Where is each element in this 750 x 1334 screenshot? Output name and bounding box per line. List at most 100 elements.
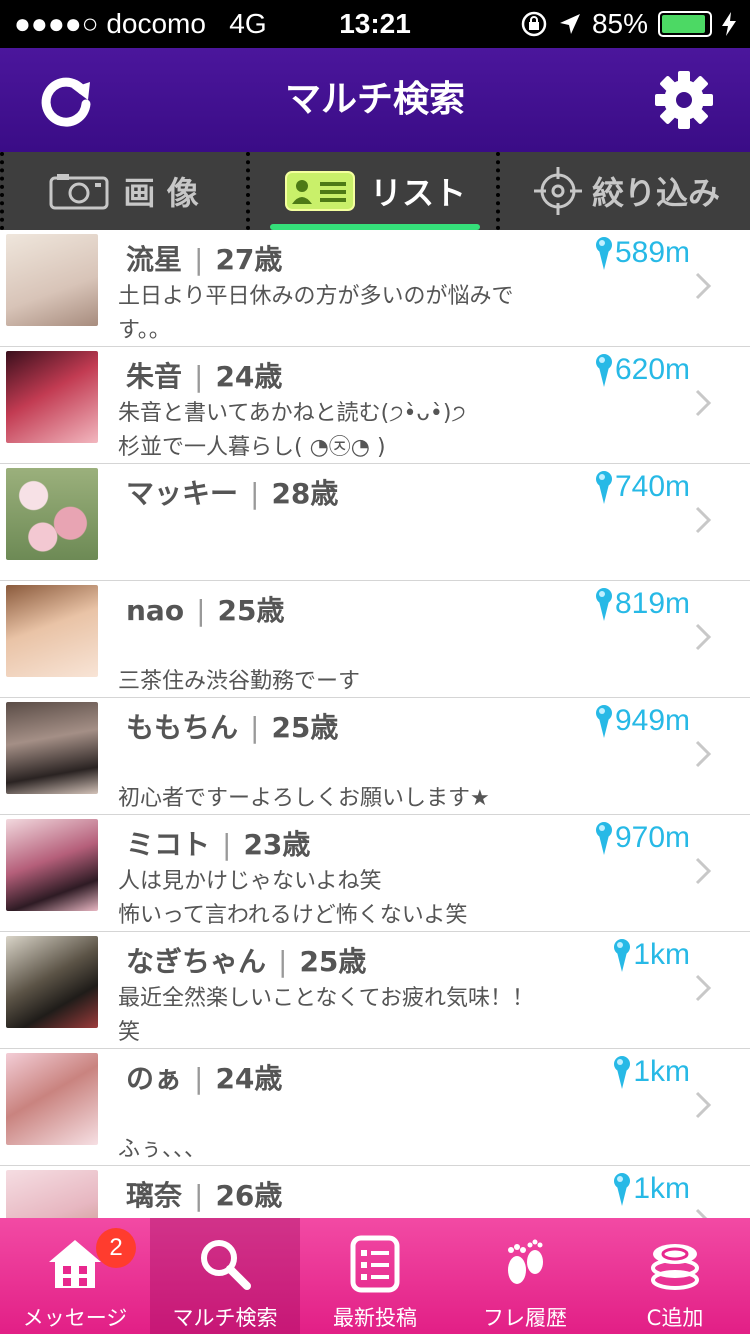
user-message: 人は見かけじゃないよね笑 怖いって言われるけど怖くないよ笑 — [118, 869, 468, 928]
location-pin-icon — [595, 705, 612, 738]
user-name-age: ミコト | 23歳 — [126, 828, 311, 861]
distance-text: 740m — [614, 470, 690, 503]
user-distance: 970m — [595, 821, 690, 855]
distance-text: 620m — [614, 353, 690, 386]
user-name-age: ももちん | 25歳 — [126, 711, 339, 744]
user-row[interactable]: マッキー | 28歳 740m — [0, 464, 750, 581]
chevron-right-icon — [695, 389, 712, 417]
status-bar: ●●●●○ docomo 4G 13:21 85% — [0, 0, 750, 48]
charging-bolt-icon — [722, 12, 736, 36]
location-pin-icon — [595, 822, 612, 855]
user-name: ももちん — [126, 711, 239, 744]
tab-multi-search-label: マルチ検索 — [172, 1306, 278, 1330]
tab-messages[interactable]: 2 メッセージ — [0, 1218, 150, 1334]
tab-friend-history[interactable]: フレ履歴 — [450, 1218, 600, 1334]
segment-image-label: 画 像 — [123, 174, 199, 212]
user-age: 28歳 — [271, 477, 339, 510]
search-icon — [201, 1240, 251, 1290]
bottom-tab-bar: 2 メッセージ マルチ検索 最新投稿 フレ履歴 C追加 — [0, 1218, 750, 1334]
user-message: 初心者ですーよろしくお願いします★ — [118, 786, 490, 811]
chevron-right-icon — [695, 1208, 708, 1218]
user-age: 24歳 — [215, 360, 283, 393]
user-name-age: 朱音 | 24歳 — [126, 360, 283, 393]
location-pin-icon — [595, 471, 612, 504]
user-age: 26歳 — [215, 1179, 283, 1212]
user-distance: 620m — [595, 353, 690, 387]
user-row[interactable]: のぁ | 24歳 1km ふぅ、、、 — [0, 1049, 750, 1166]
user-distance: 819m — [595, 587, 690, 621]
rotation-lock-icon — [521, 11, 547, 37]
user-message: ふぅ、、、 — [118, 1137, 207, 1162]
user-message: 朱音と書いてあかねと読む(੭•̀ᴗ•̀)੭ 杉並で一人暮らし( ◔㉨◔ ) — [118, 401, 466, 460]
user-photo — [6, 1053, 98, 1145]
location-pin-icon — [614, 1173, 631, 1206]
distance-text: 589m — [614, 236, 690, 269]
user-photo — [6, 468, 98, 560]
user-message: 三茶住み渋谷勤務でーす — [118, 669, 361, 694]
user-name: のぁ — [126, 1062, 183, 1095]
status-right: 85% — [520, 8, 736, 40]
nav-bar: マルチ検索 — [0, 48, 750, 152]
chevron-right-icon — [695, 974, 712, 1002]
user-photo — [6, 819, 98, 911]
coins-icon — [651, 1244, 699, 1290]
user-photo — [6, 585, 98, 677]
user-age: 27歳 — [215, 243, 283, 276]
user-distance: 949m — [595, 704, 690, 738]
user-age: 23歳 — [243, 828, 311, 861]
list-card-icon — [284, 171, 355, 211]
location-pin-icon — [614, 1056, 631, 1089]
unread-badge: 2 — [96, 1228, 136, 1268]
view-segment-bar: 画 像 リスト 絞り込み — [0, 152, 750, 230]
chevron-right-icon — [695, 272, 712, 300]
user-message: 最近全然楽しいことなくてお疲れ気味！！ 笑 — [118, 986, 535, 1045]
camera-icon — [49, 174, 109, 210]
segment-filter[interactable]: 絞り込み — [502, 152, 750, 230]
user-row[interactable]: nao | 25歳 819m 三茶住み渋谷勤務でーす — [0, 581, 750, 698]
user-message: 土日より平日休みの方が多いのが悩みで す。。 — [118, 284, 514, 343]
user-name-age: nao | 25歳 — [126, 594, 285, 627]
battery-icon — [658, 11, 712, 37]
user-name: ミコト — [126, 828, 211, 861]
page-title: マルチ検索 — [284, 79, 465, 120]
location-pin-icon — [595, 588, 612, 621]
user-name: nao — [126, 594, 185, 627]
chevron-right-icon — [695, 506, 712, 534]
distance-text: 819m — [614, 587, 690, 620]
location-pin-icon — [614, 939, 631, 972]
location-arrow-icon — [559, 14, 580, 34]
segment-list-label: リスト — [369, 174, 466, 212]
user-name-age: のぁ | 24歳 — [126, 1062, 283, 1095]
tab-friend-history-label: フレ履歴 — [483, 1306, 567, 1330]
user-row[interactable]: 璃奈 | 26歳 1km — [0, 1166, 750, 1218]
user-photo — [6, 1170, 98, 1218]
user-distance: 1km — [613, 938, 690, 972]
tab-multi-search[interactable]: マルチ検索 — [150, 1218, 300, 1334]
user-photo — [6, 702, 98, 794]
refresh-icon[interactable] — [36, 70, 96, 130]
user-age: 25歳 — [217, 594, 285, 627]
location-pin-icon — [595, 237, 612, 270]
distance-text: 1km — [633, 1172, 690, 1205]
user-distance: 589m — [595, 236, 690, 270]
tab-add-coins[interactable]: C追加 — [600, 1218, 750, 1334]
segment-image[interactable]: 画 像 — [0, 152, 248, 230]
user-row[interactable]: 朱音 | 24歳 620m 朱音と書いてあかねと読む(੭•̀ᴗ•̀)੭ 杉並で一人暮… — [0, 347, 750, 464]
segment-list[interactable]: リスト — [252, 152, 498, 230]
user-name: 朱音 — [126, 360, 183, 393]
user-row[interactable]: なぎちゃん | 25歳 1km 最近全然楽しいことなくてお疲れ気味！！ 笑 — [0, 932, 750, 1049]
tab-latest-posts[interactable]: 最新投稿 — [300, 1218, 450, 1334]
user-row[interactable]: ももちん | 25歳 949m 初心者ですーよろしくお願いします★ — [0, 698, 750, 815]
chevron-right-icon — [695, 1091, 712, 1119]
crosshair-icon — [533, 167, 582, 215]
user-name-age: 璃奈 | 26歳 — [126, 1179, 283, 1212]
user-row[interactable]: ミコト | 23歳 970m 人は見かけじゃないよね笑 怖いって言われるけど怖くない… — [0, 815, 750, 932]
location-pin-icon — [595, 354, 612, 387]
user-age: 25歳 — [299, 945, 367, 978]
footprints-icon — [508, 1239, 543, 1284]
user-distance: 1km — [613, 1055, 690, 1089]
settings-gear-icon[interactable] — [654, 70, 714, 130]
distance-text: 970m — [614, 821, 690, 854]
user-row[interactable]: 流星 | 27歳 589m 土日より平日休みの方が多いのが悩みで す。。 — [0, 230, 750, 347]
chevron-right-icon — [695, 740, 712, 768]
